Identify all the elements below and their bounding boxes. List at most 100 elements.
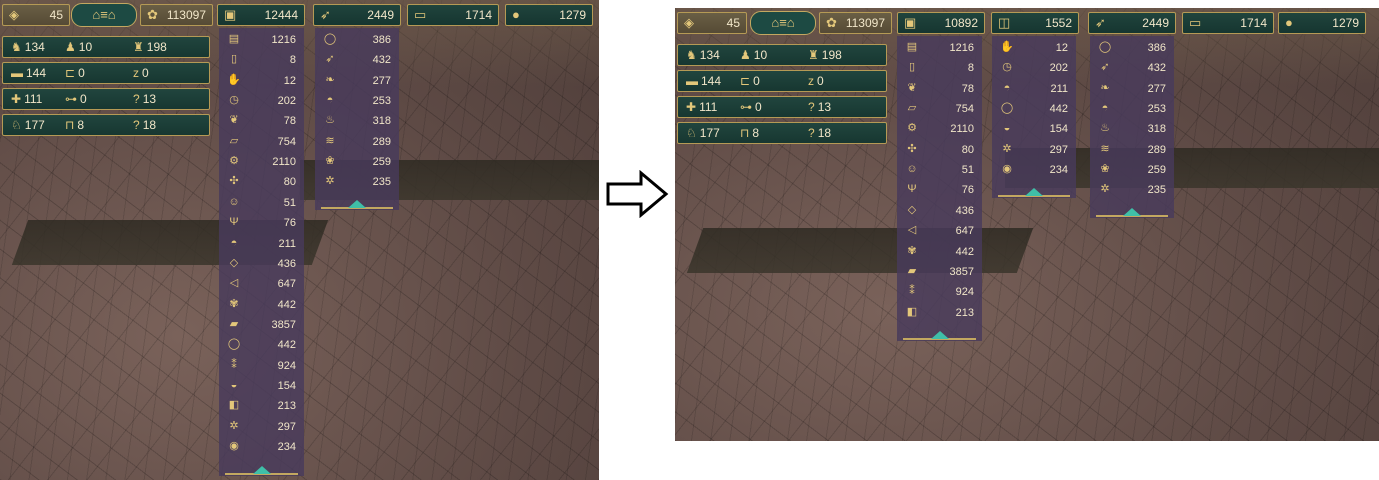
resource-value: 253 [372,95,391,108]
population-row[interactable]: ▬ 144 ⊏ 0 z 0 [2,62,210,84]
population-row[interactable]: ♞ 134 ♟ 10 ♜ 198 [2,36,210,58]
prestige-counter[interactable]: ✿ 113097 [140,4,213,26]
crates-counter[interactable]: ▣ 12444 [217,4,305,26]
collapse-arrow-icon[interactable] [252,466,271,474]
empty-bed-icon: ⊏ [740,74,751,88]
resource-row[interactable]: ▤ 1216 [897,38,982,58]
resource-row[interactable]: ▱ 754 [219,132,304,152]
resource-row[interactable]: ⚙ 2110 [897,119,982,139]
resource-row[interactable]: ▰ 3857 [219,315,304,335]
resource-row[interactable]: ◇ 436 [897,201,982,221]
happiness-counter[interactable]: ◈ 45 [677,12,747,34]
resource-value: 211 [1050,82,1068,95]
processed-panel: ✋ 12 ◷ 202 ◓ 211 ◯ 442 ◒ 154 ✲ 297 ◉ 234 [992,36,1076,198]
resource-row[interactable]: ≋ 289 [315,132,399,152]
resource-row[interactable]: ❧ 277 [315,71,399,91]
resource-row[interactable]: ✾ 442 [897,242,982,262]
resource-row[interactable]: ✋ 12 [992,38,1076,58]
population-row[interactable]: ♘ 177 ⊓ 8? 18 [2,114,210,136]
happiness-counter[interactable]: ◈ 45 [2,4,70,26]
resource-row[interactable]: ≋ 289 [1090,140,1174,160]
resource-row[interactable]: ▯ 8 [219,50,304,70]
resource-row[interactable]: Ψ 76 [219,213,304,233]
prestige-counter[interactable]: ✿ 113097 [819,12,892,34]
resource-row[interactable]: ✲ 235 [1090,180,1174,200]
resource-value: 318 [1147,123,1166,136]
resource-row[interactable]: ♨ 318 [1090,119,1174,139]
collapse-arrow-icon[interactable] [1123,208,1141,216]
resource-row[interactable]: ✣ 80 [219,172,304,192]
crate-icon: ▣ [904,15,917,30]
wood-counter[interactable]: ▭ 1714 [1182,12,1274,34]
population-row[interactable]: ♞ 134 ♟ 10 ♜ 198 [677,44,887,66]
resource-row[interactable]: ✋ 12 [219,71,304,91]
resource-row[interactable]: ❧ 277 [1090,79,1174,99]
resource-row[interactable]: ◯ 442 [992,99,1076,119]
resource-row[interactable]: ◯ 386 [315,30,399,50]
antler-icon: Ψ [907,183,917,196]
resource-row[interactable]: ◁ 647 [219,274,304,294]
resource-row[interactable]: ✾ 442 [219,295,304,315]
collapse-arrow-icon[interactable] [1025,188,1043,196]
resource-row[interactable]: ◁ 647 [897,221,982,241]
resource-row[interactable]: ◯ 386 [1090,38,1174,58]
resource-row[interactable]: ◓ 211 [992,79,1076,99]
resource-row[interactable]: ❦ 78 [219,111,304,131]
resource-row[interactable]: ✲ 297 [219,417,304,437]
resource-row[interactable]: ✲ 297 [992,140,1076,160]
population-row[interactable]: ✚ 111 ⊶ 0? 13 [2,88,210,110]
potato-icon: ◯ [323,33,337,45]
population-value: 0 [817,74,824,88]
resource-row[interactable]: ◓ 253 [315,91,399,111]
resource-row[interactable]: ◇ 436 [219,254,304,274]
resource-row[interactable]: ◉ 234 [992,160,1076,180]
resource-row[interactable]: Ψ 76 [897,180,982,200]
resource-row[interactable]: ➶ 432 [1090,58,1174,78]
collapse-arrow-icon[interactable] [930,331,949,339]
resource-row[interactable]: ▤ 1216 [219,30,304,50]
resource-row[interactable]: ◯ 442 [219,335,304,355]
water-counter[interactable]: ● 1279 [505,4,593,26]
population-row[interactable]: ♘ 177 ⊓ 8? 18 [677,122,887,144]
resource-row[interactable]: ▱ 754 [897,99,982,119]
resource-row[interactable]: ❦ 78 [897,79,982,99]
wood-counter[interactable]: ▭ 1714 [407,4,499,26]
resource-row[interactable]: ◷ 202 [992,58,1076,78]
resource-row[interactable]: ⚙ 2110 [219,152,304,172]
resource-row[interactable]: ⁑ 924 [897,282,982,302]
resource-row[interactable]: ◓ 211 [219,234,304,254]
resource-row[interactable]: ⁑ 924 [219,356,304,376]
population-row[interactable]: ✚ 111 ⊶ 0? 13 [677,96,887,118]
population-cell: ⊏ 0 [65,66,85,80]
resource-row[interactable]: ◧ 213 [897,303,982,323]
dwellers-toggle-button[interactable]: ⌂≡⌂ [71,3,137,27]
population-value: 134 [699,48,720,62]
box-icon: ◫ [998,15,1011,30]
water-counter[interactable]: ● 1279 [1278,12,1366,34]
resource-row[interactable]: ▯ 8 [897,58,982,78]
dwellers-toggle-button[interactable]: ⌂≡⌂ [750,11,816,35]
resource-row[interactable]: ☺ 51 [219,193,304,213]
resource-row[interactable]: ◉ 234 [219,437,304,457]
food-counter[interactable]: ➶ 2449 [1088,12,1176,34]
resource-row[interactable]: ❀ 259 [315,152,399,172]
resource-value: 80 [283,176,296,189]
population-row[interactable]: ▬ 144 ⊏ 0 z 0 [677,70,887,92]
processed-counter[interactable]: ◫ 1552 [991,12,1079,34]
resource-row[interactable]: ◷ 202 [219,91,304,111]
collapse-arrow-icon[interactable] [348,200,366,208]
resource-row[interactable]: ♨ 318 [315,111,399,131]
resource-row[interactable]: ☺ 51 [897,160,982,180]
resource-row[interactable]: ◒ 154 [219,376,304,396]
population-value: 10 [78,40,93,54]
food-counter[interactable]: ➶ 2449 [313,4,401,26]
resource-row[interactable]: ◓ 253 [1090,99,1174,119]
resource-row[interactable]: ◒ 154 [992,119,1076,139]
resource-row[interactable]: ➶ 432 [315,50,399,70]
crates-counter[interactable]: ▣ 10892 [897,12,985,34]
resource-row[interactable]: ✲ 235 [315,172,399,192]
resource-row[interactable]: ✣ 80 [897,140,982,160]
resource-row[interactable]: ❀ 259 [1090,160,1174,180]
resource-row[interactable]: ▰ 3857 [897,262,982,282]
resource-row[interactable]: ◧ 213 [219,396,304,416]
